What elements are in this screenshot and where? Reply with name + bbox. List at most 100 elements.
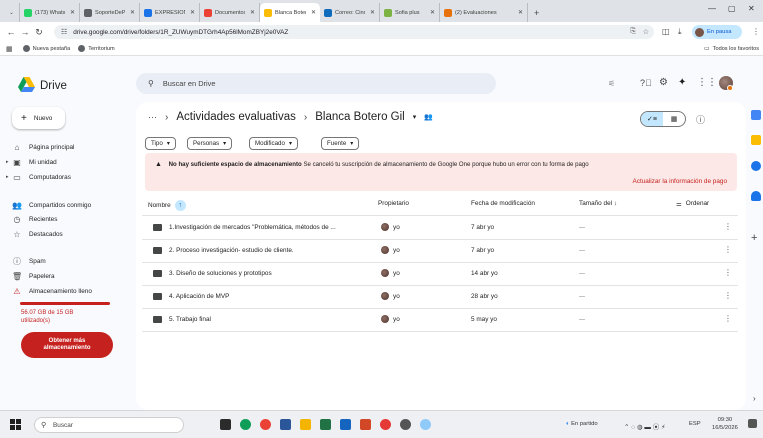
sidebar-item-spam[interactable]: ⓘ Spam bbox=[12, 255, 122, 267]
app-name[interactable]: Drive bbox=[40, 80, 67, 92]
bookmark-star-icon[interactable]: ☆ bbox=[643, 28, 649, 36]
filter-modificado[interactable]: Modificado ▾ bbox=[249, 137, 298, 150]
storage-usage-text[interactable]: 56.07 GB de 15 GB utilizado(s) bbox=[21, 309, 101, 325]
close-tab-icon[interactable]: ✕ bbox=[70, 9, 75, 16]
file-name[interactable]: 4. Aplicación de MVP bbox=[169, 293, 369, 300]
grid-view-icon[interactable]: ▦ bbox=[663, 112, 685, 126]
reload-icon[interactable]: ↻ bbox=[32, 27, 46, 38]
install-icon[interactable]: ⎘ bbox=[630, 28, 636, 36]
apps-icon[interactable]: ▦ bbox=[6, 45, 13, 53]
browser-menu-icon[interactable]: ⋮ bbox=[752, 27, 760, 36]
filter-personas[interactable]: Personas ▾ bbox=[187, 137, 233, 150]
tray-icons[interactable]: ⌃ ◌ ◍ ▬ ⦿ ⚡ bbox=[624, 421, 666, 431]
notifications-icon[interactable] bbox=[748, 419, 757, 428]
filter-fuente[interactable]: Fuente ▾ bbox=[321, 137, 360, 150]
more-actions-icon[interactable]: ⋮ bbox=[724, 291, 732, 300]
get-more-storage-button[interactable]: Obtener más almacenamiento bbox=[21, 332, 113, 358]
collapse-panel-icon[interactable]: › bbox=[753, 394, 756, 403]
more-actions-icon[interactable]: ⋮ bbox=[724, 314, 732, 323]
bookmark-territorium[interactable]: Territorium bbox=[78, 45, 115, 52]
taskbar-search[interactable]: ⚲ Buscar bbox=[34, 417, 184, 433]
edge-icon[interactable] bbox=[240, 419, 251, 430]
sidebar-item-drive[interactable]: ▸ ▣ Mi unidad bbox=[6, 156, 122, 168]
file-name[interactable]: 1.Investigación de mercados "Problemátic… bbox=[169, 224, 369, 231]
more-actions-icon[interactable]: ⋮ bbox=[724, 245, 732, 254]
all-bookmarks[interactable]: ▭ Todos los favoritos bbox=[704, 45, 759, 53]
expand-caret-icon[interactable]: ▸ bbox=[6, 174, 9, 180]
more-actions-icon[interactable]: ⋮ bbox=[724, 268, 732, 277]
details-info-icon[interactable]: ⓘ bbox=[696, 113, 705, 126]
word-icon[interactable] bbox=[280, 419, 291, 430]
language-indicator[interactable]: ESP bbox=[689, 421, 701, 427]
browser-tab[interactable]: (2) Evaluaciones ✕ bbox=[440, 3, 528, 22]
close-tab-icon[interactable]: ✕ bbox=[370, 9, 375, 16]
settings-icon[interactable] bbox=[400, 419, 411, 430]
site-info-icon[interactable]: ☷ bbox=[61, 28, 67, 36]
app-icon[interactable] bbox=[420, 419, 431, 430]
search-icon[interactable]: ⚲ bbox=[148, 79, 154, 88]
minimize-icon[interactable]: — bbox=[708, 4, 716, 13]
download-icon[interactable]: ⤓ bbox=[678, 27, 682, 37]
file-row[interactable]: 3. Diseño de soluciones y prototipos yo 14… bbox=[142, 263, 738, 285]
sidebar-item-computer[interactable]: ▸ ▭ Computadoras bbox=[6, 171, 122, 183]
sort-arrow-up-icon[interactable]: ↑ bbox=[174, 200, 186, 211]
windows-start-icon[interactable] bbox=[10, 419, 21, 430]
sidebar-item-warning[interactable]: ⚠ Almacenamiento lleno bbox=[12, 285, 122, 297]
browser-tab[interactable]: EXPRESIÓN ARTI ✕ bbox=[140, 3, 200, 22]
close-tab-icon[interactable]: ✕ bbox=[430, 9, 435, 16]
powerpoint-icon[interactable] bbox=[360, 419, 371, 430]
file-explorer-icon[interactable] bbox=[300, 419, 311, 430]
close-tab-icon[interactable]: ✕ bbox=[130, 9, 135, 16]
chrome-icon[interactable] bbox=[260, 419, 271, 430]
forward-icon[interactable]: → bbox=[18, 27, 32, 37]
settings-gear-icon[interactable]: ⚙ bbox=[659, 77, 668, 88]
get-addons-icon[interactable]: + bbox=[751, 232, 757, 244]
new-tab-button[interactable]: + bbox=[528, 3, 545, 22]
sidebar-item-shared[interactable]: 👥 Compartidos conmigo bbox=[12, 199, 122, 211]
clock[interactable]: 09:30 16/5/2026 bbox=[712, 416, 738, 432]
file-row[interactable]: 5. Trabajo final yo 5 may yo — ⋮ bbox=[142, 309, 738, 331]
file-name[interactable]: 3. Diseño de soluciones y prototipos bbox=[169, 270, 369, 277]
file-row[interactable]: 4. Aplicación de MVP yo 28 abr yo — ⋮ bbox=[142, 286, 738, 308]
google-apps-icon[interactable]: ⋮⋮ bbox=[697, 77, 717, 88]
filter-tipo[interactable]: Tipo ▾ bbox=[145, 137, 176, 150]
sidebar-item-home[interactable]: ⌂ Página principal bbox=[12, 141, 122, 153]
bookmark-new-tab[interactable]: Nueva pestaña bbox=[22, 45, 70, 52]
gemini-sparkle-icon[interactable]: ✦ bbox=[678, 77, 686, 88]
search-box[interactable]: ⚲ Buscar en Drive ⚟ bbox=[136, 73, 615, 94]
column-modified[interactable]: Fecha de modificación bbox=[471, 200, 535, 207]
extensions-icon[interactable]: ◫ bbox=[662, 27, 670, 36]
sidebar-item-star[interactable]: ☆ Destacados bbox=[12, 228, 122, 240]
file-name[interactable]: 2. Proceso investigación- estudio de cli… bbox=[169, 247, 369, 254]
search-input[interactable]: Buscar en Drive bbox=[163, 79, 216, 88]
sidebar-item-trash[interactable]: 🗑 Papelera bbox=[12, 270, 122, 282]
browser-tab[interactable]: Blanca Botero G ✕ bbox=[260, 3, 320, 22]
update-payment-link[interactable]: Actualizar la información de pago bbox=[633, 178, 728, 185]
back-icon[interactable]: ← bbox=[4, 27, 18, 37]
app-icon[interactable] bbox=[380, 419, 391, 430]
expand-caret-icon[interactable]: ▸ bbox=[6, 159, 9, 165]
column-size[interactable]: Tamaño del ↓ bbox=[579, 200, 617, 207]
breadcrumb-parent[interactable]: Actividades evaluativas bbox=[176, 111, 296, 123]
browser-tab[interactable]: Documentos pa ✕ bbox=[200, 3, 260, 22]
more-actions-icon[interactable]: ⋮ bbox=[724, 222, 732, 231]
drive-logo-icon[interactable] bbox=[18, 77, 35, 92]
address-bar[interactable]: ☷ drive.google.com/drive/folders/1R_ZUWu… bbox=[54, 25, 654, 39]
calendar-app-icon[interactable] bbox=[751, 110, 761, 120]
file-row[interactable]: 2. Proceso investigación- estudio de cli… bbox=[142, 240, 738, 262]
weather-status[interactable]: ◐ En partido bbox=[566, 421, 598, 427]
file-row[interactable]: 1.Investigación de mercados "Problemátic… bbox=[142, 217, 738, 239]
file-name[interactable]: 5. Trabajo final bbox=[169, 316, 369, 323]
breadcrumb-current[interactable]: Blanca Botero Gil bbox=[315, 111, 405, 123]
sort-button[interactable]: ⚌ Ordenar bbox=[676, 200, 709, 208]
breadcrumb-overflow-icon[interactable]: ··· bbox=[148, 112, 157, 122]
close-tab-icon[interactable]: ✕ bbox=[518, 9, 523, 16]
close-tab-icon[interactable]: ✕ bbox=[250, 9, 255, 16]
column-name[interactable]: Nombre ↑ bbox=[148, 200, 186, 211]
contacts-app-icon[interactable] bbox=[751, 191, 761, 201]
store-icon[interactable] bbox=[340, 419, 351, 430]
shared-folder-icon[interactable]: 👥 bbox=[424, 113, 433, 121]
close-window-icon[interactable]: ✕ bbox=[748, 4, 755, 13]
chevron-down-icon[interactable]: ▾ bbox=[413, 113, 417, 121]
tasks-app-icon[interactable] bbox=[751, 161, 761, 171]
